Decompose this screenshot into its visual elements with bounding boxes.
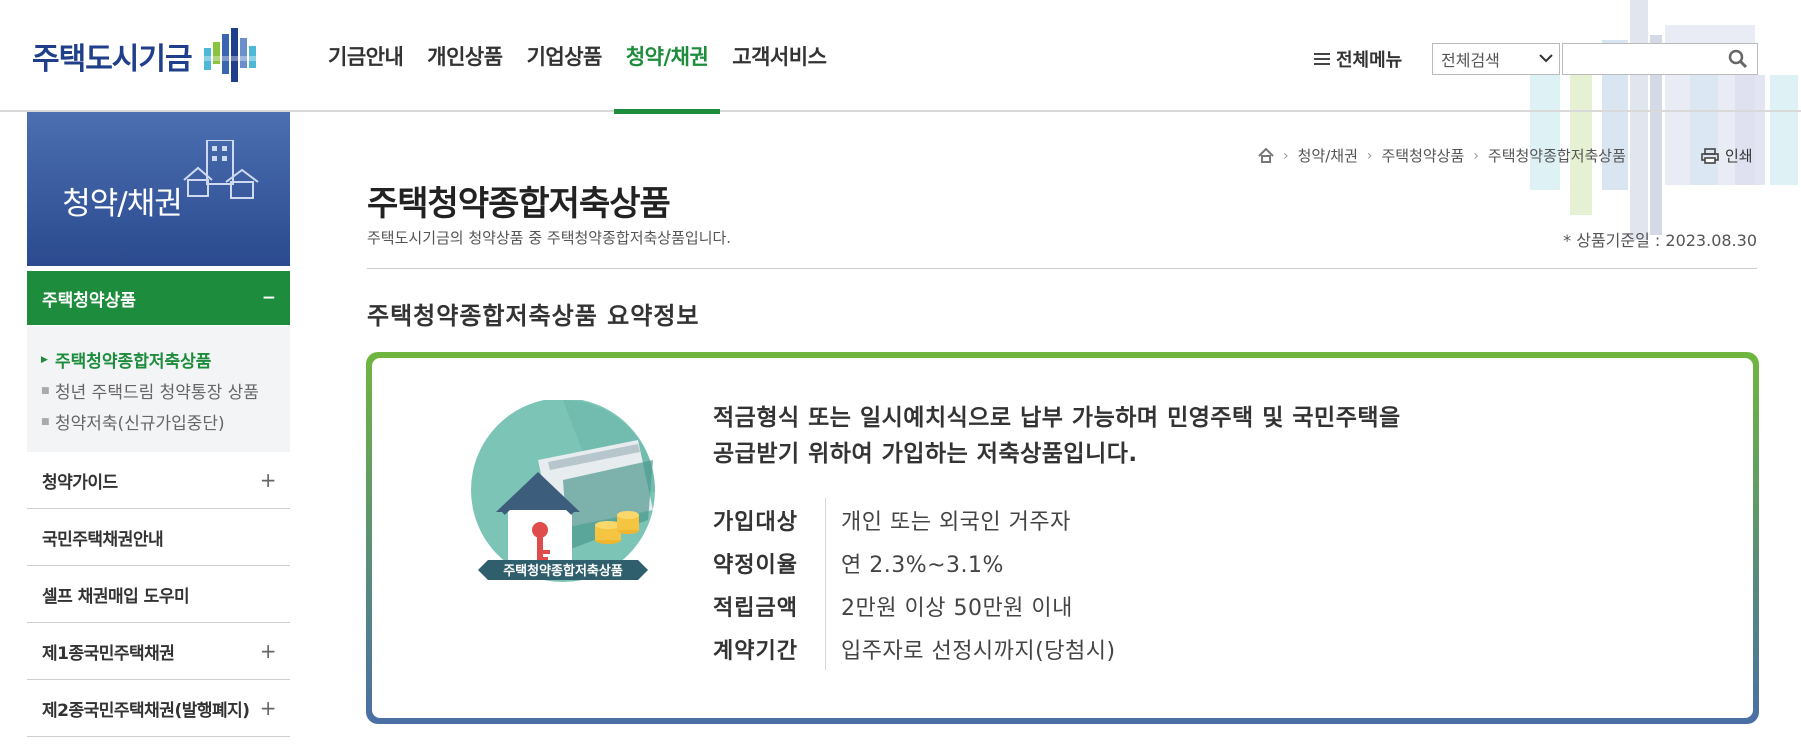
info-label: 계약기간 <box>713 627 826 670</box>
page-title: 주택청약종합저축상품 <box>367 184 671 224</box>
nav-fund-info[interactable]: 기금안내 <box>316 0 415 112</box>
nav-corporate-products[interactable]: 기업상품 <box>515 0 614 112</box>
nav-personal-products[interactable]: 개인상품 <box>415 0 514 112</box>
site-logo[interactable]: 주택도시기금 <box>32 28 262 84</box>
nav-customer-service[interactable]: 고객서비스 <box>720 0 838 112</box>
collapse-icon: − <box>261 288 276 308</box>
print-label: 인쇄 <box>1725 147 1753 165</box>
printer-icon <box>1701 147 1719 164</box>
print-button[interactable]: 인쇄 <box>1701 145 1753 166</box>
page-description: 주택도시기금의 청약상품 중 주택청약종합저축상품입니다. <box>367 229 732 247</box>
chevron-right-icon: › <box>1473 147 1479 164</box>
sidebar-item-self-bond-helper[interactable]: 셀프 채권매입 도우미 <box>27 566 290 623</box>
logo-mark-icon <box>203 28 256 82</box>
nav-subscription-bonds[interactable]: 청약/채권 <box>613 0 721 114</box>
hamburger-icon <box>1314 50 1330 68</box>
sidebar-item-label: 제1종국민주택채권 <box>42 643 175 664</box>
submenu-item-label: 청약저축(신규가입중단) <box>55 414 225 434</box>
summary-card-body: 주택청약종합저축상품 적금형식 또는 일시예치식으로 납부 가능하며 민영주택 … <box>372 358 1753 718</box>
logo-text: 주택도시기금 <box>32 42 193 77</box>
breadcrumb-item[interactable]: 청약/채권 <box>1298 145 1358 166</box>
expand-icon: + <box>259 639 277 663</box>
global-nav: 기금안내 개인상품 기업상품 청약/채권 고객서비스 <box>316 0 838 114</box>
info-row-contract-period: 계약기간 입주자로 선정시까지(당첨시) <box>713 627 1116 670</box>
sidebar-item-housing-subscription[interactable]: 주택청약상품 − <box>27 271 290 325</box>
bullet-icon: ■ <box>41 416 50 427</box>
expand-icon: + <box>259 696 277 720</box>
submenu-item-subscription-savings[interactable]: ■ 청약저축(신규가입중단) <box>27 406 290 437</box>
product-base-date: * 상품기준일 : 2023.08.30 <box>1563 231 1757 250</box>
section-title: 주택청약종합저축상품 요약정보 <box>367 302 700 330</box>
all-menu-button[interactable]: 전체메뉴 <box>1314 46 1402 72</box>
product-info-list: 가입대상 개인 또는 외국인 거주자 약정이율 연 2.3%~3.1% 적립금액… <box>713 498 1116 670</box>
info-value: 연 2.3%~3.1% <box>841 552 1004 578</box>
sidebar-title: 청약/채권 <box>62 186 183 222</box>
submenu-item-label: 주택청약종합저축상품 <box>55 352 212 372</box>
chevron-right-icon: › <box>1283 147 1289 164</box>
breadcrumb-item-current[interactable]: 주택청약종합저축상품 <box>1488 145 1626 166</box>
info-label: 적립금액 <box>713 584 826 627</box>
chevron-down-icon <box>1533 52 1559 67</box>
title-divider <box>367 268 1757 269</box>
sidebar-item-label: 셀프 채권매입 도우미 <box>42 586 190 607</box>
bullet-icon: ■ <box>41 385 50 396</box>
chevron-right-icon: › <box>1366 147 1373 164</box>
home-icon[interactable] <box>1258 148 1274 163</box>
sidebar-item-type2-bond[interactable]: 제2종국민주택채권(발행폐지) + <box>27 680 290 737</box>
summary-card: 주택청약종합저축상품 적금형식 또는 일시예치식으로 납부 가능하며 민영주택 … <box>366 352 1759 724</box>
info-row-eligibility: 가입대상 개인 또는 외국인 거주자 <box>713 498 1116 541</box>
illustration-badge-label: 주택청약종합저축상품 <box>503 563 623 579</box>
search-scope-value: 전체검색 <box>1441 51 1500 70</box>
info-row-deposit-amount: 적립금액 2만원 이상 50만원 이내 <box>713 584 1116 627</box>
submenu-item-youth-dream[interactable]: ■ 청년 주택드림 청약통장 상품 <box>27 375 290 406</box>
headline-line-1: 적금형식 또는 일시예치식으로 납부 가능하며 민영주택 및 국민주택을 <box>713 405 1401 431</box>
sidebar-item-subscription-guide[interactable]: 청약가이드 + <box>27 452 290 509</box>
sidebar-submenu: ▶ 주택청약종합저축상품 ■ 청년 주택드림 청약통장 상품 ■ 청약저축(신규… <box>27 326 290 452</box>
submenu-item-comprehensive-savings[interactable]: ▶ 주택청약종합저축상품 <box>27 344 290 375</box>
expand-icon: + <box>259 468 277 492</box>
info-label: 가입대상 <box>713 498 826 541</box>
search-button[interactable] <box>1724 47 1752 71</box>
search-scope-select[interactable]: 전체검색 <box>1432 43 1560 75</box>
house-savings-illustration: 주택청약종합저축상품 <box>471 400 655 582</box>
info-row-interest-rate: 약정이율 연 2.3%~3.1% <box>713 541 1116 584</box>
submenu-item-label: 청년 주택드림 청약통장 상품 <box>55 383 259 403</box>
triangle-right-icon: ▶ <box>41 354 48 365</box>
site-header: 주택도시기금 기금안내 개인상품 기업상품 청약/채권 고객서비스 전체메뉴 전… <box>0 0 1801 114</box>
info-value: 2만원 이상 50만원 이내 <box>841 595 1073 621</box>
breadcrumb: › 청약/채권 › 주택청약상품 › 주택청약종합저축상품 <box>1258 145 1626 166</box>
info-value: 개인 또는 외국인 거주자 <box>841 509 1071 535</box>
breadcrumb-item[interactable]: 주택청약상품 <box>1381 145 1464 166</box>
page: 주택도시기금 기금안내 개인상품 기업상품 청약/채권 고객서비스 전체메뉴 전… <box>0 0 1801 746</box>
product-headline: 적금형식 또는 일시예치식으로 납부 가능하며 민영주택 및 국민주택을 공급받… <box>713 400 1401 472</box>
sidebar-item-label: 제2종국민주택채권(발행폐지) <box>42 700 250 721</box>
info-label: 약정이율 <box>713 541 826 584</box>
sidebar-item-national-bond-info[interactable]: 국민주택채권안내 <box>27 509 290 566</box>
magnifier-icon <box>1728 49 1748 69</box>
sidebar-item-label: 주택청약상품 <box>42 290 136 311</box>
info-value: 입주자로 선정시까지(당첨시) <box>841 638 1116 664</box>
sidebar-header: 청약/채권 <box>27 112 290 266</box>
sidebar-item-type1-bond[interactable]: 제1종국민주택채권 + <box>27 623 290 680</box>
sidebar-item-label: 국민주택채권안내 <box>42 529 164 550</box>
sidebar-item-label: 청약가이드 <box>42 472 118 493</box>
all-menu-label: 전체메뉴 <box>1336 50 1403 71</box>
headline-line-2: 공급받기 위하여 가입하는 저축상품입니다. <box>713 441 1138 467</box>
